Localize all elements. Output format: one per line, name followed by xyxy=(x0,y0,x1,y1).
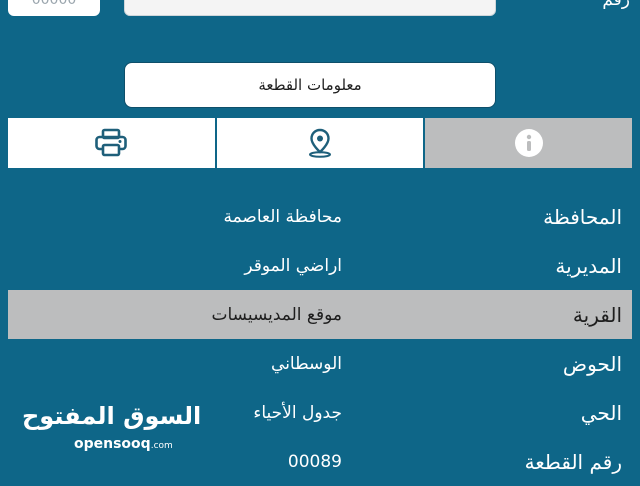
row-label: المحافظة xyxy=(543,204,622,229)
row-value: الوسطاني xyxy=(271,353,342,374)
row-value: موقع المديسيسات xyxy=(211,304,343,325)
detail-row-governorate: المحافظة محافظة العاصمة xyxy=(8,192,632,241)
row-value: محافظة العاصمة xyxy=(223,206,342,227)
watermark-latin-text: opensooq.com xyxy=(74,436,173,452)
top-field-label: رقم xyxy=(602,0,630,10)
watermark-brand: opensooq xyxy=(74,436,151,452)
detail-row-village: القرية موقع المديسيسات xyxy=(8,290,632,339)
detail-row-basin: الحوض الوسطاني xyxy=(8,339,632,388)
watermark-arabic-text: السوق المفتوح xyxy=(22,402,202,430)
top-search-input[interactable] xyxy=(124,0,496,16)
row-value: اراضي الموقر xyxy=(244,255,342,276)
row-label: الحي xyxy=(580,400,622,425)
row-label: القرية xyxy=(572,302,622,327)
tab-print[interactable] xyxy=(8,118,217,168)
tab-info[interactable] xyxy=(425,118,633,168)
row-value: 00089 xyxy=(287,451,342,472)
plot-info-button[interactable]: معلومات القطعة xyxy=(124,62,496,108)
row-label: رقم القطعة xyxy=(524,449,622,474)
tab-location[interactable] xyxy=(217,118,426,168)
info-icon xyxy=(514,129,543,157)
detail-row-directorate: المديرية اراضي الموقر xyxy=(8,241,632,290)
map-pin-icon xyxy=(309,128,331,158)
top-left-input[interactable]: 00000 xyxy=(8,0,100,16)
opensooq-watermark: السوق المفتوح opensooq.com xyxy=(18,400,201,460)
row-label: المديرية xyxy=(555,253,622,278)
printer-icon xyxy=(95,128,128,157)
watermark-domain-suffix: .com xyxy=(150,441,173,451)
row-label: الحوض xyxy=(562,351,622,376)
tab-bar xyxy=(8,118,633,168)
row-value: جدول الأحياء xyxy=(253,402,342,423)
